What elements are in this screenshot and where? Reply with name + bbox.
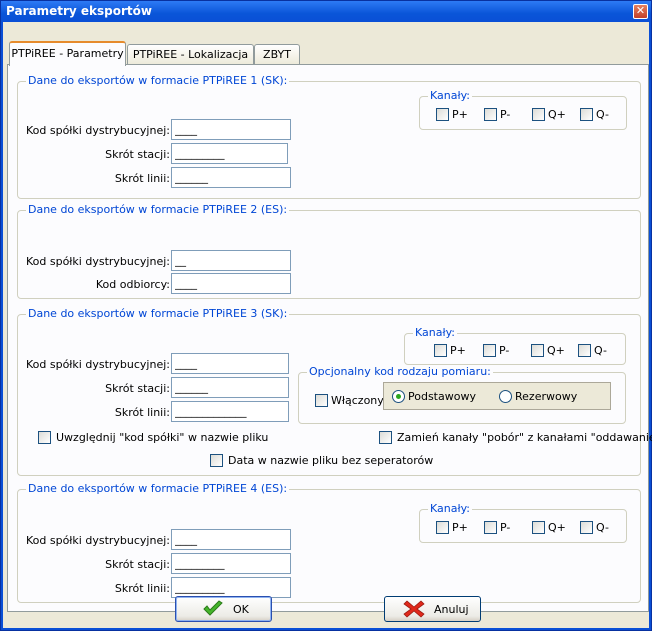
channel-p-plus-label: P+	[450, 344, 466, 357]
wlaczony-checkbox[interactable]	[315, 394, 328, 407]
kod-spolki-input[interactable]	[171, 250, 291, 271]
dialog-client: PTPiREE - Parametry PTPiREE - Lokalizacj…	[3, 22, 652, 628]
skrot-linii-label: Skrót linii:	[114, 406, 170, 419]
kanaly-title-3: Kanały:	[413, 326, 458, 339]
opcjonalny-kod-group: Opcjonalny kod rodzaju pomiaru: Włączony…	[298, 365, 626, 424]
channel-p-minus-label: P-	[500, 521, 511, 534]
tab-panel: Dane do eksportów w formacie PTPiREE 1 (…	[7, 64, 652, 612]
group-ptpiree4-title: Dane do eksportów w formacie PTPiREE 4 (…	[26, 482, 290, 495]
channel-q-minus-checkbox[interactable]	[580, 108, 593, 121]
skrot-stacji-label: Skrót stacji:	[105, 148, 170, 161]
data-bez-separatorow-checkbox[interactable]	[210, 454, 223, 467]
cross-icon	[403, 600, 425, 618]
skrot-linii-label: Skrót linii:	[114, 172, 170, 185]
group-ptpiree2: Dane do eksportów w formacie PTPiREE 2 (…	[17, 203, 641, 299]
channel-p-minus-checkbox[interactable]	[484, 108, 497, 121]
channel-p-minus-label: P-	[500, 108, 511, 121]
zamien-kanaly-label: Zamień kanały "pobór" z kanałami "oddawa…	[397, 431, 652, 444]
group-ptpiree3: Dane do eksportów w formacie PTPiREE 3 (…	[17, 307, 652, 476]
wlaczony-label: Włączony	[331, 394, 384, 407]
skrot-linii-label: Skrót linii:	[114, 582, 170, 595]
channel-p-plus-checkbox[interactable]	[436, 521, 449, 534]
kod-odbiorcy-input[interactable]	[171, 273, 291, 294]
skrot-stacji-input[interactable]	[171, 377, 289, 398]
channel-p-minus-checkbox[interactable]	[484, 521, 497, 534]
podstawowy-label: Podstawowy	[408, 390, 476, 403]
channel-p-plus-label: P+	[452, 521, 468, 534]
ok-button-label: OK	[233, 603, 249, 616]
checkmark-icon	[203, 600, 223, 616]
channel-q-plus-checkbox[interactable]	[531, 344, 544, 357]
radio-selected-dot	[396, 394, 401, 399]
kanaly-title-4: Kanały:	[428, 502, 473, 515]
skrot-linii-input[interactable]	[171, 167, 291, 188]
channel-p-plus-label: P+	[452, 108, 468, 121]
kod-spolki-label: Kod spółki dystrybucyjnej:	[25, 534, 170, 547]
group-ptpiree4: Dane do eksportów w formacie PTPiREE 4 (…	[17, 482, 641, 603]
tab-zbyt[interactable]: ZBYT	[254, 44, 300, 65]
skrot-linii-input[interactable]	[171, 577, 291, 598]
channel-q-plus-label: Q+	[548, 108, 566, 121]
skrot-stacji-input[interactable]	[171, 143, 288, 164]
skrot-stacji-label: Skrót stacji:	[105, 558, 170, 571]
channel-p-plus-checkbox[interactable]	[436, 108, 449, 121]
kanaly-group-1: Kanały: P+ P- Q+ Q-	[419, 89, 627, 130]
window-title: Parametry eksportów	[6, 4, 152, 18]
channel-q-plus-label: Q+	[547, 344, 565, 357]
kod-odbiorcy-label: Kod odbiorcy:	[95, 278, 170, 291]
kod-spolki-input[interactable]	[171, 529, 291, 550]
channel-p-plus-checkbox[interactable]	[434, 344, 447, 357]
skrot-stacji-label: Skrót stacji:	[105, 382, 170, 395]
group-ptpiree2-title: Dane do eksportów w formacie PTPiREE 2 (…	[26, 203, 290, 216]
close-icon[interactable]: ✕	[633, 4, 648, 19]
channel-p-minus-label: P-	[499, 344, 510, 357]
skrot-stacji-input[interactable]	[171, 553, 291, 574]
tab-ptpiree-lokalizacja[interactable]: PTPiREE - Lokalizacja	[127, 44, 254, 65]
channel-q-plus-checkbox[interactable]	[532, 521, 545, 534]
rezerwowy-label: Rezerwowy	[515, 390, 578, 403]
kod-spolki-input[interactable]	[171, 353, 289, 374]
kanaly-group-3: Kanały: P+ P- Q+ Q-	[404, 326, 626, 365]
ok-button[interactable]: OK	[175, 596, 272, 622]
kod-spolki-input[interactable]	[171, 119, 291, 140]
kod-spolki-label: Kod spółki dystrybucyjnej:	[25, 255, 170, 268]
uwzglednij-kod-checkbox[interactable]	[38, 431, 51, 444]
group-ptpiree3-title: Dane do eksportów w formacie PTPiREE 3 (…	[26, 307, 290, 320]
kanaly-title-1: Kanały:	[428, 89, 473, 102]
rezerwowy-radio[interactable]	[499, 390, 512, 403]
dialog-window: Parametry eksportów ✕ PTPiREE - Parametr…	[0, 0, 652, 631]
channel-q-minus-label: Q-	[596, 108, 609, 121]
opcjonalny-kod-title: Opcjonalny kod rodzaju pomiaru:	[307, 365, 493, 378]
cancel-button[interactable]: Anuluj	[384, 596, 481, 622]
uwzglednij-kod-label: Uwzględnij "kod spółki" w nazwie pliku	[56, 431, 269, 444]
channel-q-minus-label: Q-	[594, 344, 607, 357]
title-bar[interactable]: Parametry eksportów ✕	[1, 1, 651, 22]
kod-spolki-label: Kod spółki dystrybucyjnej:	[25, 124, 170, 137]
channel-q-plus-checkbox[interactable]	[532, 108, 545, 121]
channel-q-minus-checkbox[interactable]	[580, 521, 593, 534]
skrot-linii-input[interactable]	[171, 401, 289, 422]
zamien-kanaly-checkbox[interactable]	[379, 431, 392, 444]
kod-spolki-label: Kod spółki dystrybucyjnej:	[25, 358, 170, 371]
radio-frame: Podstawowy Rezerwowy	[383, 382, 611, 410]
channel-q-minus-label: Q-	[596, 521, 609, 534]
cancel-button-label: Anuluj	[434, 603, 469, 616]
tab-ptpiree-parametry[interactable]: PTPiREE - Parametry	[9, 41, 126, 66]
kanaly-group-4: Kanały: P+ P- Q+ Q-	[419, 502, 627, 543]
channel-q-plus-label: Q+	[548, 521, 566, 534]
data-bez-separatorow-label: Data w nazwie pliku bez seperatorów	[228, 454, 434, 467]
group-ptpiree1-title: Dane do eksportów w formacie PTPiREE 1 (…	[26, 74, 290, 87]
podstawowy-radio[interactable]	[392, 390, 405, 403]
group-ptpiree1: Dane do eksportów w formacie PTPiREE 1 (…	[17, 74, 641, 199]
channel-q-minus-checkbox[interactable]	[578, 344, 591, 357]
channel-p-minus-checkbox[interactable]	[483, 344, 496, 357]
